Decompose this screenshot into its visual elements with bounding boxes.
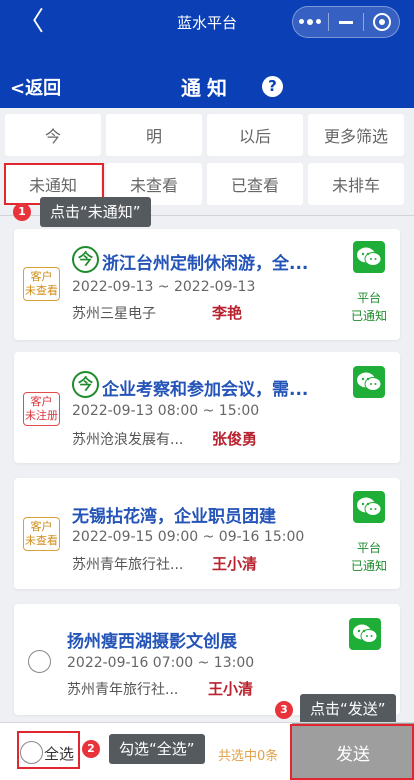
mini-program-capsule: [292, 6, 400, 38]
more-menu-button[interactable]: [293, 7, 328, 37]
card-company: 苏州青年旅行社...: [67, 682, 179, 698]
step-1-tip: 点击“未通知”: [40, 197, 151, 227]
step-2-badge: 2: [82, 740, 100, 758]
card-time: 2022-09-13 ~ 2022-09-13: [72, 279, 256, 295]
close-program-button[interactable]: [364, 7, 399, 37]
tab-tomorrow[interactable]: 明: [106, 114, 202, 156]
wechat-icon[interactable]: [353, 366, 385, 398]
wechat-icon[interactable]: [349, 618, 381, 650]
card-company: 苏州三星电子: [72, 306, 156, 322]
more-dots-icon: [299, 19, 322, 25]
tab-more-filters[interactable]: 更多筛选: [308, 114, 404, 156]
wechat-icon[interactable]: [353, 241, 385, 273]
card-title[interactable]: 企业考察和参加会议，需...: [102, 375, 338, 400]
tab-not-scheduled[interactable]: 未排车: [308, 163, 404, 205]
customer-status-badge: 客户 未注册: [23, 392, 60, 426]
card-time: 2022-09-15 09:00 ~ 09-16 15:00: [72, 529, 305, 545]
customer-status-badge: 客户 未查看: [23, 517, 60, 551]
step-2-tip: 勾选“全选”: [109, 734, 205, 764]
step-1-badge: 1: [13, 203, 31, 221]
notify-status: 平台 已通知: [350, 541, 387, 573]
step-3-badge: 3: [275, 701, 293, 719]
header: 〈 蓝水平台 <返回 通知 ?: [0, 0, 414, 108]
tab-later[interactable]: 以后: [207, 114, 303, 156]
help-icon[interactable]: ?: [262, 76, 283, 97]
minimize-icon: [339, 20, 353, 24]
today-badge-icon: 今: [72, 246, 99, 273]
notice-card-2[interactable]: 客户 未注册 今 企业考察和参加会议，需... 2022-09-13 08:00…: [14, 352, 400, 463]
target-icon: [372, 13, 391, 31]
tab-viewed[interactable]: 已查看: [207, 163, 303, 205]
card-contact: 张俊勇: [212, 430, 258, 448]
step-3-tip: 点击“发送”: [300, 694, 396, 724]
wechat-icon[interactable]: [353, 491, 385, 523]
card-time: 2022-09-13 08:00 ~ 15:00: [72, 403, 260, 419]
tab-today[interactable]: 今: [5, 114, 101, 156]
card-contact: 李艳: [212, 304, 243, 322]
customer-status-badge: 客户 未查看: [23, 267, 60, 301]
highlight-select-all: [17, 731, 80, 769]
card-time: 2022-09-16 07:00 ~ 13:00: [67, 655, 255, 671]
selected-count: 共选中0条: [218, 749, 279, 764]
highlight-send: [290, 724, 414, 780]
today-badge-icon: 今: [72, 371, 99, 398]
notify-status: 平台 已通知: [350, 291, 387, 323]
card-company: 苏州青年旅行社...: [72, 557, 184, 573]
card-title[interactable]: 扬州瘦西湖摄影文创展: [67, 627, 329, 652]
card-title[interactable]: 无锡拈花湾，企业职员团建: [72, 502, 334, 527]
minimize-button[interactable]: [329, 7, 364, 37]
notice-card-3[interactable]: 客户 未查看 无锡拈花湾，企业职员团建 2022-09-15 09:00 ~ 0…: [14, 478, 400, 589]
card-contact: 王小清: [208, 680, 254, 698]
card-contact: 王小清: [212, 555, 258, 573]
notice-card-1[interactable]: 客户 未查看 今 浙江台州定制休闲游，全... 2022-09-13 ~ 202…: [14, 229, 400, 340]
page-title: 通知: [181, 76, 233, 100]
card-title[interactable]: 浙江台州定制休闲游，全...: [102, 249, 338, 274]
card-company: 苏州沧浪发展有...: [72, 432, 184, 448]
select-radio[interactable]: [28, 650, 51, 673]
